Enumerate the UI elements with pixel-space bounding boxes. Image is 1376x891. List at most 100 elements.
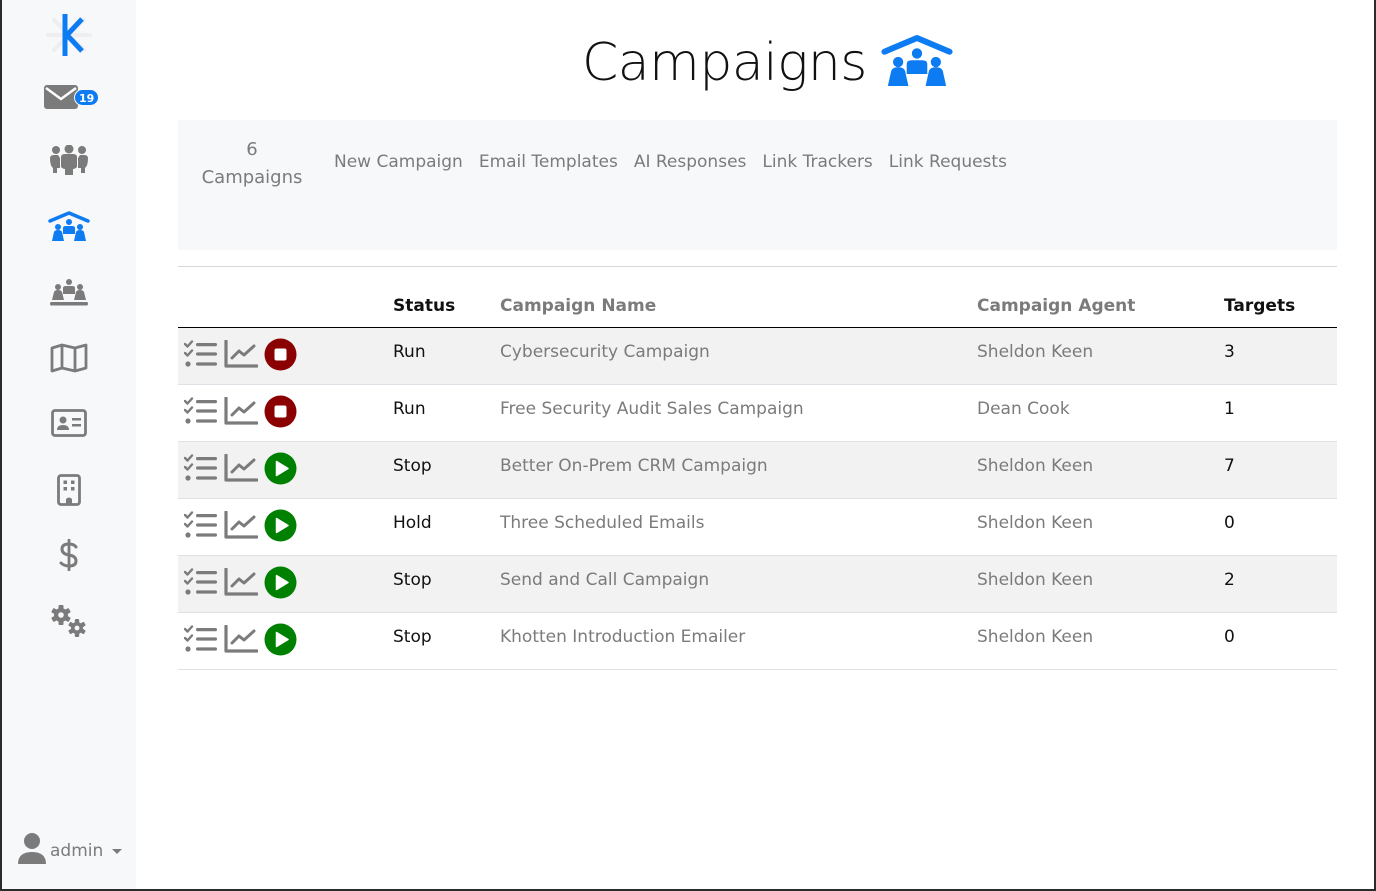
checklist-icon[interactable] [183, 454, 218, 487]
user-icon [18, 832, 46, 869]
campaign-status: Stop [393, 612, 500, 670]
envelope-icon [44, 85, 78, 109]
start-campaign-button[interactable] [264, 452, 297, 490]
sidebar-item-inbox[interactable] [2, 72, 136, 122]
people-line-icon [49, 278, 89, 308]
divider [178, 266, 1337, 267]
username: admin [50, 840, 104, 861]
campaign-name[interactable]: Khotten Introduction Emailer [500, 612, 977, 670]
campaign-targets: 1 [1224, 384, 1337, 442]
campaign-targets: 0 [1224, 612, 1337, 670]
campaign-targets: 7 [1224, 441, 1337, 499]
checklist-icon[interactable] [183, 568, 218, 601]
start-campaign-button[interactable] [264, 509, 297, 547]
campaign-name[interactable]: Cybersecurity Campaign [500, 327, 977, 385]
sidebar-item-id-cards[interactable] [2, 398, 136, 448]
link-requests-link[interactable]: Link Requests [881, 150, 1015, 174]
email-templates-link[interactable]: Email Templates [471, 150, 626, 174]
row-actions [178, 555, 393, 613]
campaign-status: Stop [393, 555, 500, 613]
page-title: Campaigns [582, 33, 867, 93]
people-roof-icon [881, 34, 953, 94]
campaign-status: Stop [393, 441, 500, 499]
row-actions [178, 327, 393, 385]
row-actions [178, 612, 393, 670]
sidebar-item-settings[interactable] [2, 596, 136, 646]
sidebar-item-contacts[interactable] [2, 135, 136, 185]
link-trackers-link[interactable]: Link Trackers [754, 150, 880, 174]
campaign-agent[interactable]: Sheldon Keen [977, 498, 1224, 556]
k-logo-icon[interactable] [2, 10, 136, 60]
campaign-targets: 2 [1224, 555, 1337, 613]
campaign-status: Run [393, 327, 500, 385]
campaign-agent[interactable]: Dean Cook [977, 384, 1224, 442]
column-header-targets[interactable]: Targets [1224, 286, 1337, 328]
campaign-status: Run [393, 384, 500, 442]
campaigns-table: Status Campaign Name Campaign Agent Targ… [178, 286, 1337, 670]
campaign-count-label: Campaigns [201, 167, 303, 188]
checklist-icon[interactable] [183, 397, 218, 430]
people-roof-icon [48, 211, 90, 243]
start-campaign-button[interactable] [264, 566, 297, 604]
table-row: Run Free Security Audit Sales Campaign D… [178, 384, 1337, 442]
table-row: Stop Send and Call Campaign Sheldon Keen… [178, 555, 1337, 613]
building-icon [57, 474, 81, 506]
row-actions [178, 384, 393, 442]
new-campaign-link[interactable]: New Campaign [326, 150, 471, 174]
stop-campaign-button[interactable] [264, 395, 297, 433]
stop-campaign-button[interactable] [264, 338, 297, 376]
campaign-status: Hold [393, 498, 500, 556]
table-row: Stop Khotten Introduction Emailer Sheldo… [178, 612, 1337, 670]
sidebar-item-groups[interactable] [2, 268, 136, 318]
table-header-row: Status Campaign Name Campaign Agent Targ… [178, 286, 1337, 328]
column-header-campaign-agent[interactable]: Campaign Agent [977, 286, 1224, 328]
sidebar-item-billing[interactable] [2, 530, 136, 580]
chart-line-icon[interactable] [224, 510, 259, 544]
campaign-name[interactable]: Send and Call Campaign [500, 555, 977, 613]
checklist-icon[interactable] [183, 340, 218, 373]
campaign-agent[interactable]: Sheldon Keen [977, 441, 1224, 499]
users-icon [49, 145, 89, 175]
campaign-agent[interactable]: Sheldon Keen [977, 612, 1224, 670]
campaign-name[interactable]: Three Scheduled Emails [500, 498, 977, 556]
row-actions [178, 441, 393, 499]
sidebar: 19 admin [2, 0, 136, 889]
chart-line-icon[interactable] [224, 567, 259, 601]
start-campaign-button[interactable] [264, 623, 297, 661]
chevron-down-icon [112, 849, 123, 854]
chart-line-icon[interactable] [224, 339, 259, 373]
unread-badge: 19 [74, 89, 100, 106]
sidebar-item-companies[interactable] [2, 465, 136, 515]
chart-line-icon[interactable] [224, 396, 259, 430]
campaign-name[interactable]: Better On-Prem CRM Campaign [500, 441, 977, 499]
table-row: Run Cybersecurity Campaign Sheldon Keen … [178, 327, 1337, 385]
table-row: Hold Three Scheduled Emails Sheldon Keen… [178, 498, 1337, 556]
dollar-icon [59, 539, 79, 571]
checklist-icon[interactable] [183, 511, 218, 544]
sidebar-item-campaigns[interactable] [2, 202, 136, 252]
map-icon [50, 343, 88, 373]
campaign-subnav: 6 Campaigns New Campaign Email Templates… [178, 120, 1337, 250]
column-header-status[interactable]: Status [393, 286, 500, 328]
subnav-links: New Campaign Email Templates AI Response… [326, 150, 1015, 174]
campaign-agent[interactable]: Sheldon Keen [977, 327, 1224, 385]
campaign-name[interactable]: Free Security Audit Sales Campaign [500, 384, 977, 442]
page-header: Campaigns [582, 32, 953, 94]
address-card-icon [51, 409, 87, 437]
checklist-icon[interactable] [183, 625, 218, 658]
row-actions [178, 498, 393, 556]
campaign-count: 6 Campaigns [178, 136, 326, 192]
chart-line-icon[interactable] [224, 624, 259, 658]
campaign-count-number: 6 [246, 139, 258, 160]
column-header-campaign-name[interactable]: Campaign Name [500, 286, 977, 328]
gears-icon [49, 604, 89, 638]
campaign-agent[interactable]: Sheldon Keen [977, 555, 1224, 613]
user-menu[interactable]: admin [18, 832, 123, 869]
chart-line-icon[interactable] [224, 453, 259, 487]
column-header-actions [178, 286, 393, 328]
campaign-targets: 3 [1224, 327, 1337, 385]
campaign-targets: 0 [1224, 498, 1337, 556]
table-row: Stop Better On-Prem CRM Campaign Sheldon… [178, 441, 1337, 499]
ai-responses-link[interactable]: AI Responses [626, 150, 755, 174]
sidebar-item-map[interactable] [2, 333, 136, 383]
